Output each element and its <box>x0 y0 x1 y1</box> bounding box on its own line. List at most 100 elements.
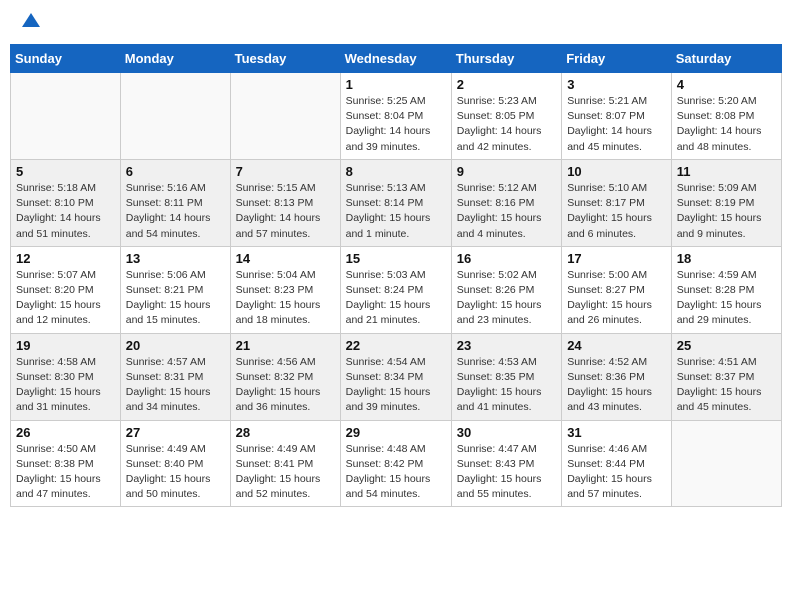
weekday-header-friday: Friday <box>562 45 672 73</box>
day-number: 26 <box>16 425 115 440</box>
calendar-day-cell: 14Sunrise: 5:04 AM Sunset: 8:23 PM Dayli… <box>230 246 340 333</box>
calendar-day-cell: 15 Sunrise: 5:03 AM Sunset: 8:24 PM Dayli… <box>340 246 451 333</box>
day-info: Sunrise: 5:06 AM Sunset: 8:21 PM Dayligh… <box>126 268 225 329</box>
day-number: 29 <box>346 425 446 440</box>
calendar-day-cell <box>120 73 230 160</box>
day-number: 28 <box>236 425 335 440</box>
day-number: 25 <box>677 338 776 353</box>
day-info: Sunrise: 5:00 AM Sunset: 8:27 PM Dayligh… <box>567 268 666 329</box>
day-info: Sunrise: 4:53 AM Sunset: 8:35 PM Dayligh… <box>457 355 556 416</box>
calendar-day-cell: 29 Sunrise: 4:48 AM Sunset: 8:42 PM Dayli… <box>340 420 451 507</box>
calendar-table: SundayMondayTuesdayWednesdayThursdayFrid… <box>10 44 782 507</box>
day-info: Sunrise: 5:16 AM Sunset: 8:11 PM Dayligh… <box>126 181 225 242</box>
day-info: Sunrise: 5:07 AM Sunset: 8:20 PM Dayligh… <box>16 268 115 329</box>
day-info: Sunrise: 5:23 AM Sunset: 8:05 PM Dayligh… <box>457 94 556 155</box>
day-info: Sunrise: 4:47 AM Sunset: 8:43 PM Dayligh… <box>457 442 556 503</box>
calendar-day-cell: 1Sunrise: 5:25 AM Sunset: 8:04 PM Daylig… <box>340 73 451 160</box>
day-info: Sunrise: 4:56 AM Sunset: 8:32 PM Dayligh… <box>236 355 335 416</box>
logo <box>20 15 40 29</box>
day-number: 11 <box>677 164 776 179</box>
day-number: 27 <box>126 425 225 440</box>
calendar-day-cell: 13 Sunrise: 5:06 AM Sunset: 8:21 PM Dayli… <box>120 246 230 333</box>
calendar-day-cell: 2 Sunrise: 5:23 AM Sunset: 8:05 PM Daylig… <box>451 73 561 160</box>
day-number: 5 <box>16 164 115 179</box>
day-info: Sunrise: 4:51 AM Sunset: 8:37 PM Dayligh… <box>677 355 776 416</box>
day-info: Sunrise: 4:46 AM Sunset: 8:44 PM Dayligh… <box>567 442 666 503</box>
day-info: Sunrise: 4:57 AM Sunset: 8:31 PM Dayligh… <box>126 355 225 416</box>
day-info: Sunrise: 4:59 AM Sunset: 8:28 PM Dayligh… <box>677 268 776 329</box>
day-number: 16 <box>457 251 556 266</box>
calendar-week-row: 12 Sunrise: 5:07 AM Sunset: 8:20 PM Dayli… <box>11 246 782 333</box>
page-header <box>10 10 782 34</box>
day-info: Sunrise: 4:50 AM Sunset: 8:38 PM Dayligh… <box>16 442 115 503</box>
calendar-day-cell: 16 Sunrise: 5:02 AM Sunset: 8:26 PM Dayli… <box>451 246 561 333</box>
day-info: Sunrise: 4:52 AM Sunset: 8:36 PM Dayligh… <box>567 355 666 416</box>
day-number: 20 <box>126 338 225 353</box>
calendar-day-cell: 28Sunrise: 4:49 AM Sunset: 8:41 PM Dayli… <box>230 420 340 507</box>
calendar-day-cell: 10Sunrise: 5:10 AM Sunset: 8:17 PM Dayli… <box>562 159 672 246</box>
calendar-day-cell: 23 Sunrise: 4:53 AM Sunset: 8:35 PM Dayli… <box>451 333 561 420</box>
day-info: Sunrise: 5:15 AM Sunset: 8:13 PM Dayligh… <box>236 181 335 242</box>
calendar-day-cell: 27 Sunrise: 4:49 AM Sunset: 8:40 PM Dayli… <box>120 420 230 507</box>
day-info: Sunrise: 5:12 AM Sunset: 8:16 PM Dayligh… <box>457 181 556 242</box>
weekday-header-sunday: Sunday <box>11 45 121 73</box>
day-number: 23 <box>457 338 556 353</box>
day-info: Sunrise: 5:20 AM Sunset: 8:08 PM Dayligh… <box>677 94 776 155</box>
calendar-day-cell: 4 Sunrise: 5:20 AM Sunset: 8:08 PM Daylig… <box>671 73 781 160</box>
day-number: 19 <box>16 338 115 353</box>
calendar-day-cell: 31 Sunrise: 4:46 AM Sunset: 8:44 PM Dayli… <box>562 420 672 507</box>
day-info: Sunrise: 4:49 AM Sunset: 8:40 PM Dayligh… <box>126 442 225 503</box>
day-info: Sunrise: 5:25 AM Sunset: 8:04 PM Dayligh… <box>346 94 446 155</box>
calendar-day-cell: 22 Sunrise: 4:54 AM Sunset: 8:34 PM Dayli… <box>340 333 451 420</box>
weekday-header-wednesday: Wednesday <box>340 45 451 73</box>
day-number: 7 <box>236 164 335 179</box>
day-info: Sunrise: 4:48 AM Sunset: 8:42 PM Dayligh… <box>346 442 446 503</box>
day-info: Sunrise: 5:03 AM Sunset: 8:24 PM Dayligh… <box>346 268 446 329</box>
day-number: 4 <box>677 77 776 92</box>
calendar-day-cell: 7 Sunrise: 5:15 AM Sunset: 8:13 PM Daylig… <box>230 159 340 246</box>
weekday-header-monday: Monday <box>120 45 230 73</box>
day-number: 18 <box>677 251 776 266</box>
weekday-header-thursday: Thursday <box>451 45 561 73</box>
day-number: 22 <box>346 338 446 353</box>
calendar-day-cell: 12 Sunrise: 5:07 AM Sunset: 8:20 PM Dayli… <box>11 246 121 333</box>
calendar-day-cell: 21 Sunrise: 4:56 AM Sunset: 8:32 PM Dayli… <box>230 333 340 420</box>
calendar-day-cell: 8Sunrise: 5:13 AM Sunset: 8:14 PM Daylig… <box>340 159 451 246</box>
day-number: 21 <box>236 338 335 353</box>
weekday-header-saturday: Saturday <box>671 45 781 73</box>
day-info: Sunrise: 4:58 AM Sunset: 8:30 PM Dayligh… <box>16 355 115 416</box>
calendar-day-cell <box>230 73 340 160</box>
day-number: 30 <box>457 425 556 440</box>
calendar-day-cell: 20 Sunrise: 4:57 AM Sunset: 8:31 PM Dayli… <box>120 333 230 420</box>
day-info: Sunrise: 5:18 AM Sunset: 8:10 PM Dayligh… <box>16 181 115 242</box>
day-number: 12 <box>16 251 115 266</box>
calendar-day-cell: 26 Sunrise: 4:50 AM Sunset: 8:38 PM Dayli… <box>11 420 121 507</box>
day-number: 3 <box>567 77 666 92</box>
calendar-week-row: 26 Sunrise: 4:50 AM Sunset: 8:38 PM Dayli… <box>11 420 782 507</box>
day-info: Sunrise: 5:02 AM Sunset: 8:26 PM Dayligh… <box>457 268 556 329</box>
day-number: 10 <box>567 164 666 179</box>
calendar-day-cell: 25 Sunrise: 4:51 AM Sunset: 8:37 PM Dayli… <box>671 333 781 420</box>
weekday-header-tuesday: Tuesday <box>230 45 340 73</box>
calendar-day-cell: 9 Sunrise: 5:12 AM Sunset: 8:16 PM Daylig… <box>451 159 561 246</box>
day-number: 6 <box>126 164 225 179</box>
calendar-day-cell: 3 Sunrise: 5:21 AM Sunset: 8:07 PM Daylig… <box>562 73 672 160</box>
day-number: 2 <box>457 77 556 92</box>
day-info: Sunrise: 5:21 AM Sunset: 8:07 PM Dayligh… <box>567 94 666 155</box>
calendar-day-cell: 5 Sunrise: 5:18 AM Sunset: 8:10 PM Daylig… <box>11 159 121 246</box>
day-number: 13 <box>126 251 225 266</box>
calendar-week-row: 1Sunrise: 5:25 AM Sunset: 8:04 PM Daylig… <box>11 73 782 160</box>
day-number: 31 <box>567 425 666 440</box>
day-info: Sunrise: 5:09 AM Sunset: 8:19 PM Dayligh… <box>677 181 776 242</box>
calendar-day-cell: 17 Sunrise: 5:00 AM Sunset: 8:27 PM Dayli… <box>562 246 672 333</box>
day-number: 17 <box>567 251 666 266</box>
calendar-day-cell <box>671 420 781 507</box>
day-info: Sunrise: 5:04 AM Sunset: 8:23 PM Dayligh… <box>236 268 335 329</box>
day-number: 24 <box>567 338 666 353</box>
day-number: 9 <box>457 164 556 179</box>
day-number: 15 <box>346 251 446 266</box>
day-info: Sunrise: 4:54 AM Sunset: 8:34 PM Dayligh… <box>346 355 446 416</box>
calendar-day-cell: 24 Sunrise: 4:52 AM Sunset: 8:36 PM Dayli… <box>562 333 672 420</box>
calendar-day-cell: 18 Sunrise: 4:59 AM Sunset: 8:28 PM Dayli… <box>671 246 781 333</box>
day-number: 8 <box>346 164 446 179</box>
